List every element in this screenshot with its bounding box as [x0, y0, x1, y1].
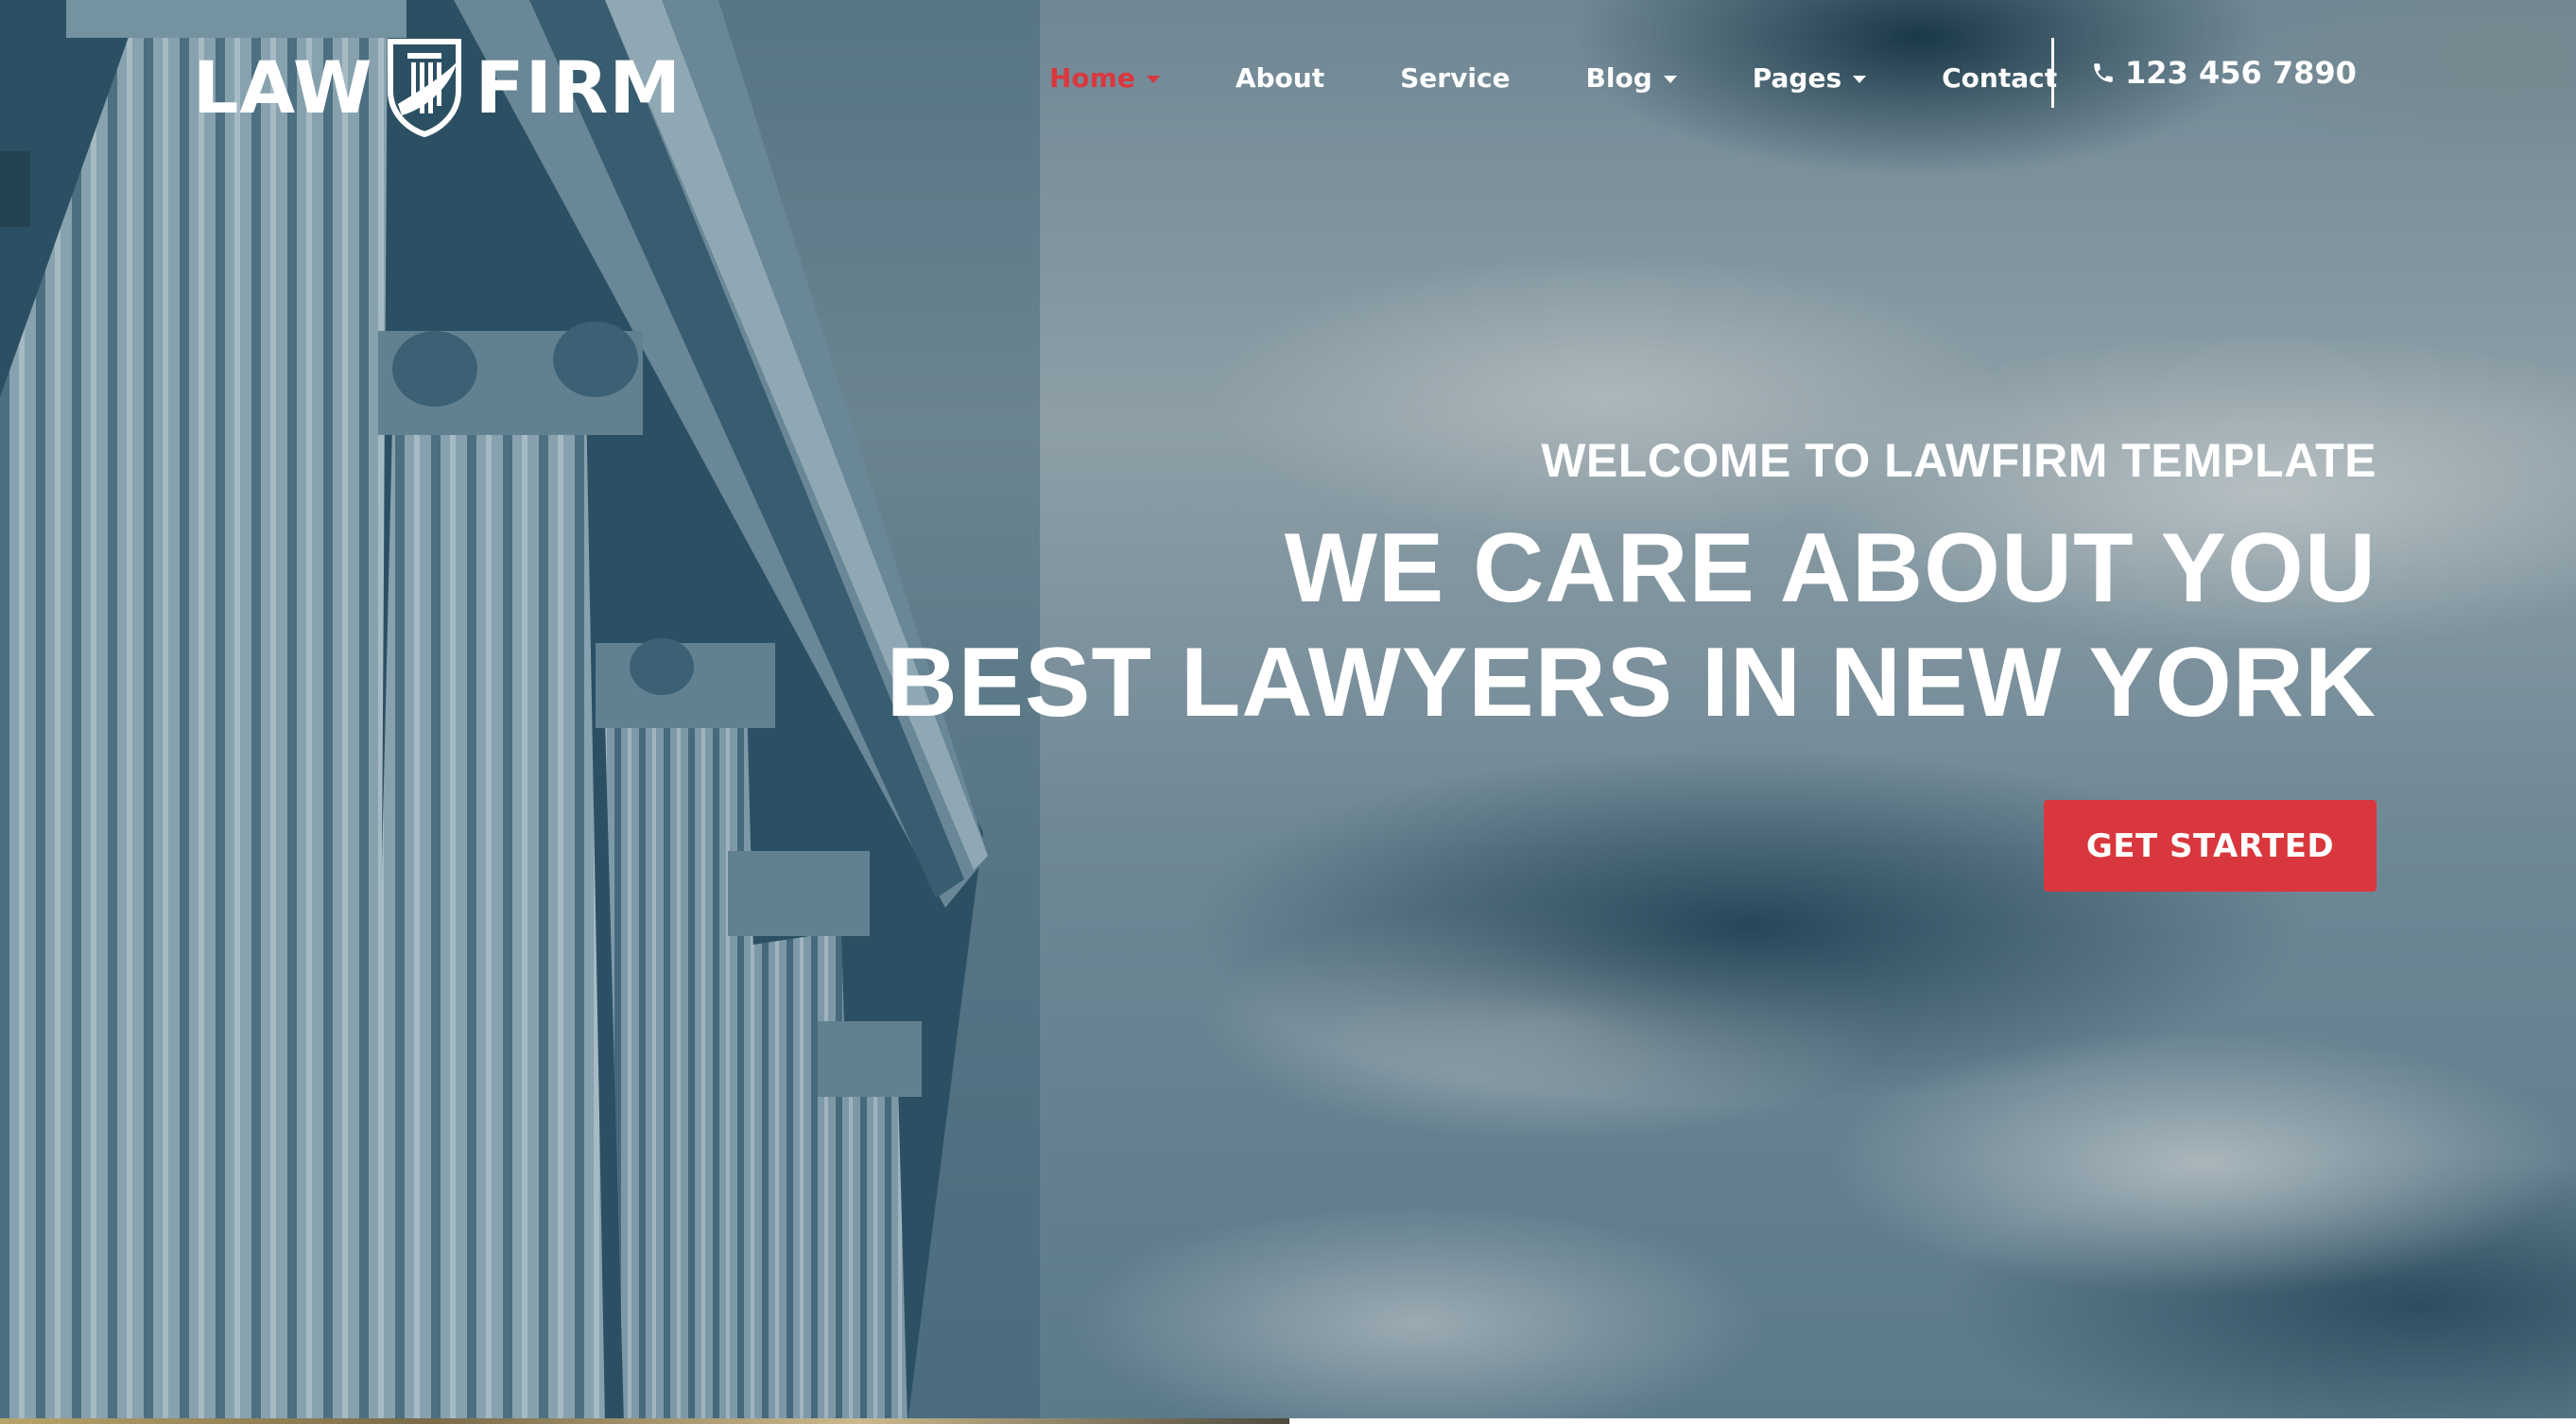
get-started-button[interactable]: GET STARTED: [2044, 800, 2377, 892]
main-navigation: Home About Service Blog Pages Contact: [1049, 49, 2133, 106]
chevron-down-icon: [1146, 75, 1160, 83]
nav-item-service[interactable]: Service: [1400, 62, 1510, 94]
hero-headline-line-1: WE CARE ABOUT YOU: [1284, 513, 2377, 623]
nav-item-label: Blog: [1585, 61, 1652, 94]
hero-headline-line-2: BEST LAWYERS IN NEW YORK: [886, 627, 2377, 738]
nav-item-about[interactable]: About: [1236, 62, 1324, 94]
nav-item-pages[interactable]: Pages: [1752, 61, 1867, 94]
nav-item-label: Service: [1400, 61, 1511, 94]
hero-welcome-text: WELCOME TO LAWFIRM TEMPLATE: [1541, 434, 2377, 487]
nav-item-label: Pages: [1752, 61, 1842, 94]
phone-link[interactable]: 123 456 7890: [2091, 55, 2357, 91]
phone-icon: [2094, 63, 2113, 82]
nav-item-blog[interactable]: Blog: [1586, 62, 1677, 94]
chevron-down-icon: [1663, 75, 1677, 83]
nav-item-label: Home: [1049, 61, 1135, 94]
site-logo[interactable]: LAW FIRM: [193, 36, 682, 140]
next-section-image-edge: [0, 1418, 1289, 1424]
chevron-down-icon: [1853, 75, 1867, 83]
phone-number: 123 456 7890: [2125, 55, 2357, 91]
next-section-white-edge: [1289, 1418, 2576, 1424]
shield-icon: [387, 39, 461, 138]
nav-item-home[interactable]: Home: [1049, 62, 1160, 94]
logo-text-left: LAW: [193, 45, 373, 130]
nav-divider: [2051, 38, 2054, 108]
hero-copy: WELCOME TO LAWFIRM TEMPLATE WE CARE ABOU…: [769, 435, 2377, 739]
hero-headline: WE CARE ABOUT YOU BEST LAWYERS IN NEW YO…: [769, 512, 2377, 739]
next-section-edge: [0, 1418, 2576, 1424]
nav-item-label: Contact: [1942, 61, 2058, 94]
hero-section: LAW FIRM Home About Service Blog Pages C…: [0, 0, 2576, 1418]
nav-item-label: About: [1235, 61, 1325, 94]
logo-text-right: FIRM: [475, 45, 683, 130]
nav-item-contact[interactable]: Contact: [1942, 62, 2057, 94]
